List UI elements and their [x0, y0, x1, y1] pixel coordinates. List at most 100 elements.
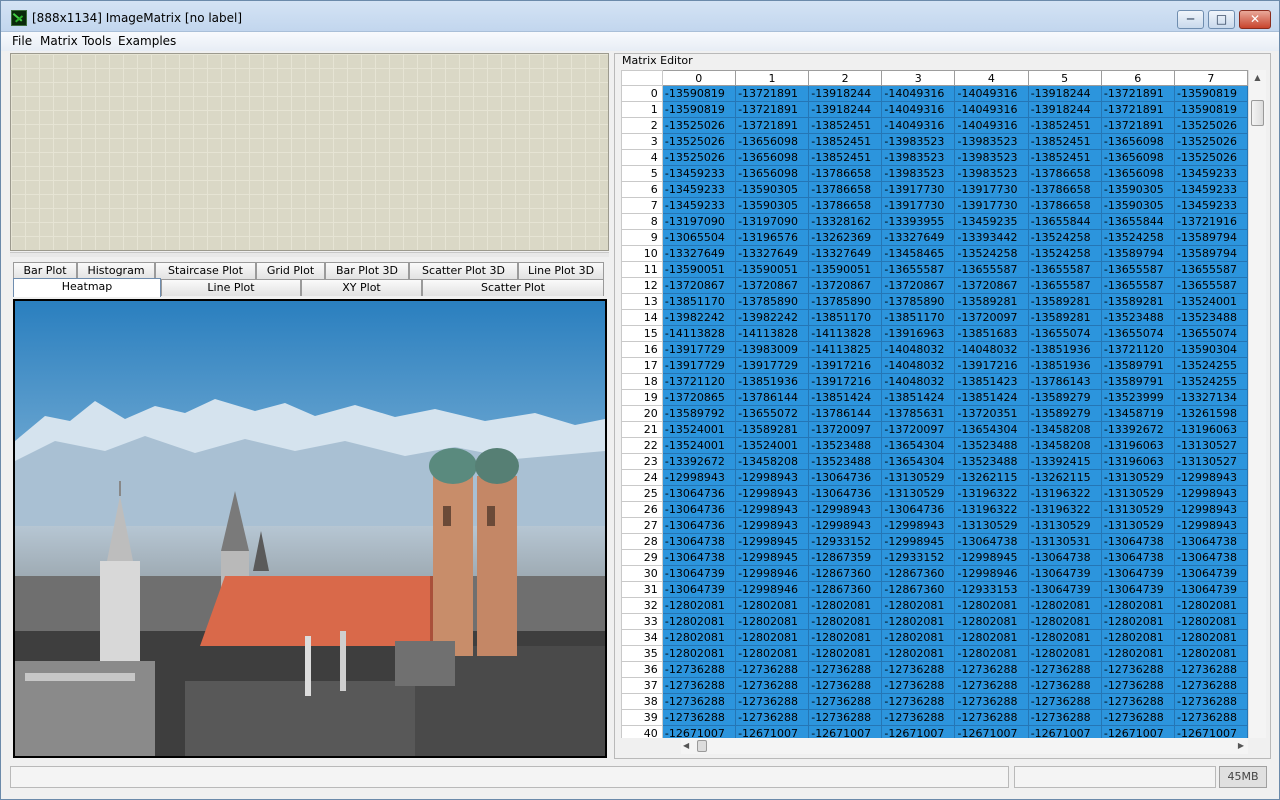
matrix-cell[interactable]: -13720351	[954, 405, 1029, 422]
matrix-cell[interactable]: -13983523	[954, 133, 1029, 150]
matrix-cell[interactable]: -12998943	[808, 517, 883, 534]
matrix-cell[interactable]: -13655587	[1100, 277, 1175, 294]
matrix-cell[interactable]: -12998945	[734, 549, 810, 566]
matrix-cell[interactable]: -12736288	[734, 677, 810, 694]
matrix-cell[interactable]: -13721891	[734, 85, 810, 102]
row-header[interactable]: 17	[621, 357, 663, 374]
matrix-cell[interactable]: -14113828	[661, 325, 736, 342]
matrix-cell[interactable]: -14049316	[881, 117, 956, 134]
matrix-cell[interactable]: -13851170	[881, 309, 956, 326]
matrix-cell[interactable]: -12736288	[661, 709, 736, 726]
matrix-cell[interactable]: -12736288	[734, 709, 810, 726]
matrix-cell[interactable]: -12802081	[1100, 629, 1175, 646]
matrix-cell[interactable]: -13589794	[1100, 245, 1175, 262]
matrix-cell[interactable]: -12736288	[661, 693, 736, 710]
row-header[interactable]: 25	[621, 485, 663, 502]
matrix-cell[interactable]: -13196063	[1100, 437, 1175, 454]
row-header[interactable]: 39	[621, 709, 663, 726]
matrix-cell[interactable]: -13525026	[661, 149, 736, 166]
matrix-cell[interactable]: -12671007	[808, 725, 883, 738]
plot-canvas-empty[interactable]	[10, 53, 609, 251]
matrix-cell[interactable]: -13655587	[954, 261, 1029, 278]
matrix-cell[interactable]: -13721120	[661, 373, 736, 390]
matrix-cell[interactable]: -13851936	[734, 373, 810, 390]
matrix-cell[interactable]: -13130529	[954, 517, 1029, 534]
matrix-cell[interactable]: -13065504	[661, 229, 736, 246]
matrix-cell[interactable]: -12736288	[954, 661, 1029, 678]
matrix-cell[interactable]: -13392672	[661, 453, 736, 470]
vertical-scrollbar[interactable]: ▲	[1248, 70, 1266, 738]
matrix-cell[interactable]: -14049316	[881, 85, 956, 102]
matrix-cell[interactable]: -12802081	[881, 629, 956, 646]
matrix-cell[interactable]: -13917729	[734, 357, 810, 374]
matrix-cell[interactable]: -12802081	[808, 597, 883, 614]
matrix-cell[interactable]: -13589281	[1100, 293, 1175, 310]
matrix-cell[interactable]: -13458208	[1027, 421, 1102, 438]
matrix-cell[interactable]: -13589279	[1027, 405, 1102, 422]
matrix-cell[interactable]: -12671007	[954, 725, 1029, 738]
row-header[interactable]: 24	[621, 469, 663, 486]
matrix-cell[interactable]: -13852451	[808, 149, 883, 166]
matrix-cell[interactable]: -13917730	[881, 197, 956, 214]
row-header[interactable]: 12	[621, 277, 663, 294]
matrix-cell[interactable]: -13785631	[881, 405, 956, 422]
matrix-cell[interactable]: -13064739	[1100, 565, 1175, 582]
matrix-cell[interactable]: -12802081	[734, 645, 810, 662]
matrix-cell[interactable]: -13590819	[661, 85, 736, 102]
matrix-cell[interactable]: -13392672	[1100, 421, 1175, 438]
row-header[interactable]: 28	[621, 533, 663, 550]
matrix-cell[interactable]: -12802081	[954, 629, 1029, 646]
matrix-cell[interactable]: -12802081	[1027, 613, 1102, 630]
matrix-cell[interactable]: -13589791	[1100, 357, 1175, 374]
matrix-cell[interactable]: -13525026	[1173, 117, 1248, 134]
matrix-cell[interactable]: -12998943	[734, 485, 810, 502]
matrix-cell[interactable]: -13654304	[954, 421, 1029, 438]
matrix-cell[interactable]: -12736288	[1173, 677, 1248, 694]
matrix-cell[interactable]: -12736288	[661, 677, 736, 694]
menu-tools[interactable]: Tools	[82, 33, 112, 49]
maximize-button[interactable]: □	[1208, 10, 1235, 29]
matrix-cell[interactable]: -13130529	[1100, 485, 1175, 502]
matrix-cell[interactable]: -12998943	[734, 469, 810, 486]
matrix-cell[interactable]: -12802081	[661, 597, 736, 614]
matrix-cell[interactable]: -13786658	[808, 181, 883, 198]
matrix-cell[interactable]: -13327134	[1173, 389, 1248, 406]
matrix-cell[interactable]: -12867360	[881, 565, 956, 582]
matrix-cell[interactable]: -12802081	[954, 597, 1029, 614]
matrix-cell[interactable]: -12802081	[808, 613, 883, 630]
matrix-cell[interactable]: -13655074	[1027, 325, 1102, 342]
row-header[interactable]: 21	[621, 421, 663, 438]
matrix-cell[interactable]: -13918244	[1027, 101, 1102, 118]
matrix-cell[interactable]: -13721891	[1100, 85, 1175, 102]
matrix-cell[interactable]: -13064739	[1173, 565, 1248, 582]
tab-bar-plot[interactable]: Bar Plot	[13, 262, 77, 279]
matrix-cell[interactable]: -13785890	[881, 293, 956, 310]
matrix-cell[interactable]: -13654304	[881, 437, 956, 454]
matrix-cell[interactable]: -13130529	[1100, 469, 1175, 486]
column-header[interactable]: 2	[808, 70, 883, 86]
matrix-cell[interactable]: -13720867	[734, 277, 810, 294]
pane-splitter[interactable]	[10, 252, 609, 257]
matrix-cell[interactable]: -12802081	[1100, 597, 1175, 614]
matrix-cell[interactable]: -13064738	[954, 533, 1029, 550]
matrix-cell[interactable]: -13458208	[1027, 437, 1102, 454]
matrix-cell[interactable]: -13459233	[1173, 165, 1248, 182]
tab-line-plot[interactable]: Line Plot	[161, 279, 301, 296]
column-header[interactable]: 5	[1027, 70, 1102, 86]
matrix-cell[interactable]: -13196322	[1027, 485, 1102, 502]
matrix-cell[interactable]: -12802081	[661, 645, 736, 662]
matrix-cell[interactable]: -13721891	[1100, 101, 1175, 118]
matrix-cell[interactable]: -13851424	[881, 389, 956, 406]
matrix-cell[interactable]: -13459235	[954, 213, 1029, 230]
matrix-cell[interactable]: -13851170	[661, 293, 736, 310]
matrix-cell[interactable]: -13064736	[661, 501, 736, 518]
matrix-cell[interactable]: -12998943	[1173, 469, 1248, 486]
matrix-cell[interactable]: -13130527	[1173, 437, 1248, 454]
matrix-cell[interactable]: -13655074	[1173, 325, 1248, 342]
matrix-cell[interactable]: -13917216	[808, 357, 883, 374]
matrix-cell[interactable]: -13785890	[734, 293, 810, 310]
matrix-cell[interactable]: -13458465	[881, 245, 956, 262]
matrix-cell[interactable]: -13786658	[808, 165, 883, 182]
matrix-cell[interactable]: -13064736	[661, 517, 736, 534]
matrix-cell[interactable]: -13852451	[808, 117, 883, 134]
